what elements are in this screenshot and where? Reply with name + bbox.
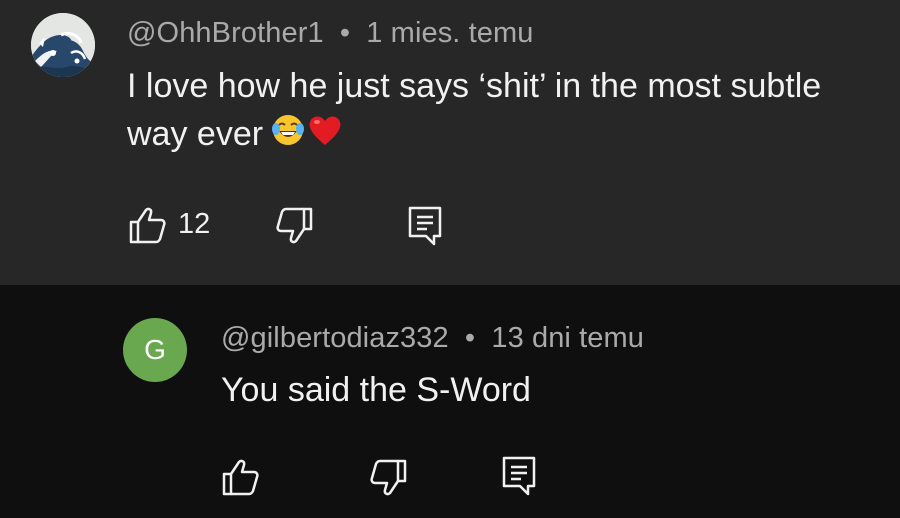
reply-button[interactable] (502, 456, 536, 501)
reply-button[interactable] (408, 206, 442, 251)
avatar[interactable]: G (123, 318, 187, 382)
comment-body: You said the S-Word (221, 371, 531, 409)
thumbs-down-icon (370, 459, 407, 496)
like-button[interactable] (128, 205, 168, 250)
red-heart-icon (307, 112, 343, 160)
comment-text-line-2-wrap: way ever (127, 110, 821, 160)
dislike-button[interactable] (368, 458, 408, 503)
thumbs-down-icon (276, 207, 313, 244)
comment-meta: @gilbertodiaz332 • 13 dni temu (221, 322, 644, 355)
author-name[interactable]: @OhhBrother1 (127, 17, 324, 49)
comment-text-line-2: way ever (127, 115, 264, 153)
author-name[interactable]: @gilbertodiaz332 (221, 322, 449, 354)
avatar[interactable] (31, 13, 95, 77)
separator-dot: • (339, 17, 351, 49)
comment-ohhbrother1: @OhhBrother1 • 1 mies. temu I love how h… (0, 0, 900, 285)
thumbs-up-icon (129, 207, 166, 244)
like-button[interactable] (221, 457, 261, 502)
thumbs-up-icon (222, 459, 259, 496)
comment-text-line-1: I love how he just says ‘shit’ in the mo… (127, 67, 822, 105)
reply-comment-icon (408, 206, 442, 246)
like-count: 12 (178, 208, 211, 240)
comment-meta: @OhhBrother1 • 1 mies. temu (127, 17, 534, 50)
comment-body: I love how he just says ‘shit’ in the mo… (127, 62, 821, 160)
comment-time[interactable]: 13 dni temu (491, 322, 644, 354)
face-with-tears-of-joy-icon (271, 112, 305, 160)
comment-time[interactable]: 1 mies. temu (366, 17, 533, 49)
separator-dot: • (464, 322, 476, 354)
dislike-button[interactable] (274, 206, 314, 251)
reply-comment-icon (502, 456, 536, 496)
great-wave-avatar-icon (31, 13, 95, 77)
